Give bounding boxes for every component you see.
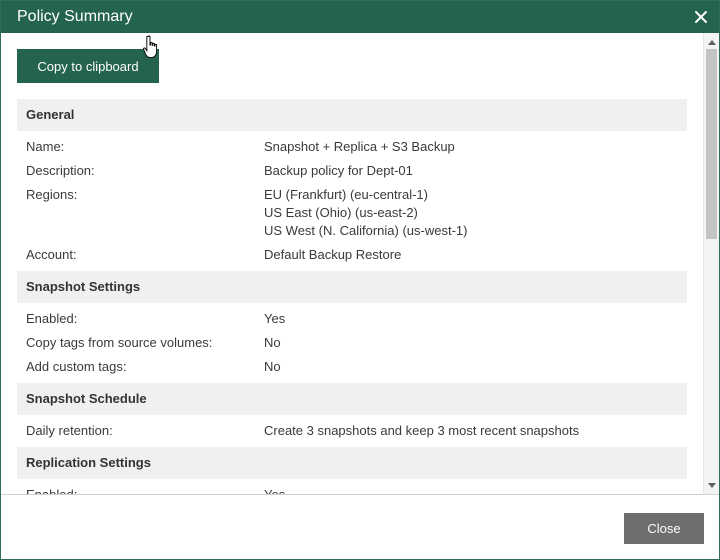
value-line: US West (N. California) (us-west-1)	[264, 223, 468, 238]
row-value: Snapshot + Replica + S3 Backup	[264, 138, 687, 156]
copy-to-clipboard-button[interactable]: Copy to clipboard	[17, 49, 159, 83]
row-label: Copy tags from source volumes:	[26, 335, 213, 350]
row-label: Enabled:	[26, 311, 78, 326]
section-header: Replication Settings	[17, 447, 687, 479]
row-label: Enabled:	[26, 486, 264, 494]
row-value: No	[264, 358, 687, 376]
dialog-title: Policy Summary	[17, 8, 133, 25]
row-value: EU (Frankfurt) (eu-central-1) US East (Oh…	[264, 186, 687, 240]
row-value: Yes	[264, 486, 687, 494]
row-label: Daily retention:	[26, 423, 113, 438]
summary-row: Account: Default Backup Restore	[17, 243, 687, 267]
section-header: Snapshot Schedule	[17, 383, 687, 415]
policy-summary-dialog: Policy Summary Copy to clipboard General…	[0, 0, 720, 560]
row-value: Default Backup Restore	[264, 246, 687, 264]
summary-row: Enabled: Yes	[17, 307, 687, 331]
section-header: General	[17, 99, 687, 131]
row-value: Yes	[264, 310, 687, 328]
summary-row: Enabled:Yes	[17, 483, 687, 494]
value-line: US East (Ohio) (us-east-2)	[264, 205, 418, 220]
arrow-up-icon[interactable]	[704, 35, 719, 49]
value-line: EU (Frankfurt) (eu-central-1)	[264, 187, 428, 202]
row-label: Description:	[26, 163, 95, 178]
row-value: No	[264, 334, 687, 352]
row-label: Name:	[26, 139, 65, 154]
summary-row: Description: Backup policy for Dept-01	[17, 159, 687, 183]
summary-row: Daily retention: Create 3 snapshots and k…	[17, 419, 687, 443]
summary-row: Regions: EU (Frankfurt) (eu-central-1) US …	[17, 183, 687, 243]
value-line: No	[264, 335, 281, 350]
dialog-footer: Close	[1, 494, 719, 559]
value-line: Backup policy for Dept-01	[264, 163, 413, 178]
arrow-down-icon[interactable]	[704, 478, 719, 492]
close-button[interactable]: Close	[624, 513, 704, 544]
scrollbar-thumb[interactable]	[706, 49, 717, 239]
value-line: Snapshot + Replica + S3 Backup	[264, 139, 455, 154]
value-line: Create 3 snapshots and keep 3 most recen…	[264, 423, 580, 438]
value-line: No	[264, 359, 281, 374]
row-label: Account:	[26, 247, 77, 262]
close-icon[interactable]	[689, 5, 713, 29]
summary-row: Copy tags from source volumes: No	[17, 331, 687, 355]
summary-scroll-area[interactable]: Copy to clipboard General Name: Snapshot +…	[1, 33, 703, 494]
row-value: Backup policy for Dept-01	[264, 162, 687, 180]
row-label: Regions:	[26, 187, 78, 202]
value-line: Default Backup Restore	[264, 247, 402, 262]
policy-summary-list: General Name: Snapshot + Replica + S3 Back…	[17, 99, 687, 494]
section-header: Snapshot Settings	[17, 271, 687, 303]
row-value: Create 3 snapshots and keep 3 most recen…	[264, 422, 687, 440]
summary-row: Name: Snapshot + Replica + S3 Backup	[17, 135, 687, 159]
row-label: Add custom tags:	[26, 359, 127, 374]
summary-row: Add custom tags: No	[17, 355, 687, 379]
vertical-scrollbar[interactable]	[703, 33, 719, 494]
value-line: Yes	[264, 311, 286, 326]
title-bar: Policy Summary	[1, 1, 719, 33]
value-line: Yes	[264, 486, 687, 494]
